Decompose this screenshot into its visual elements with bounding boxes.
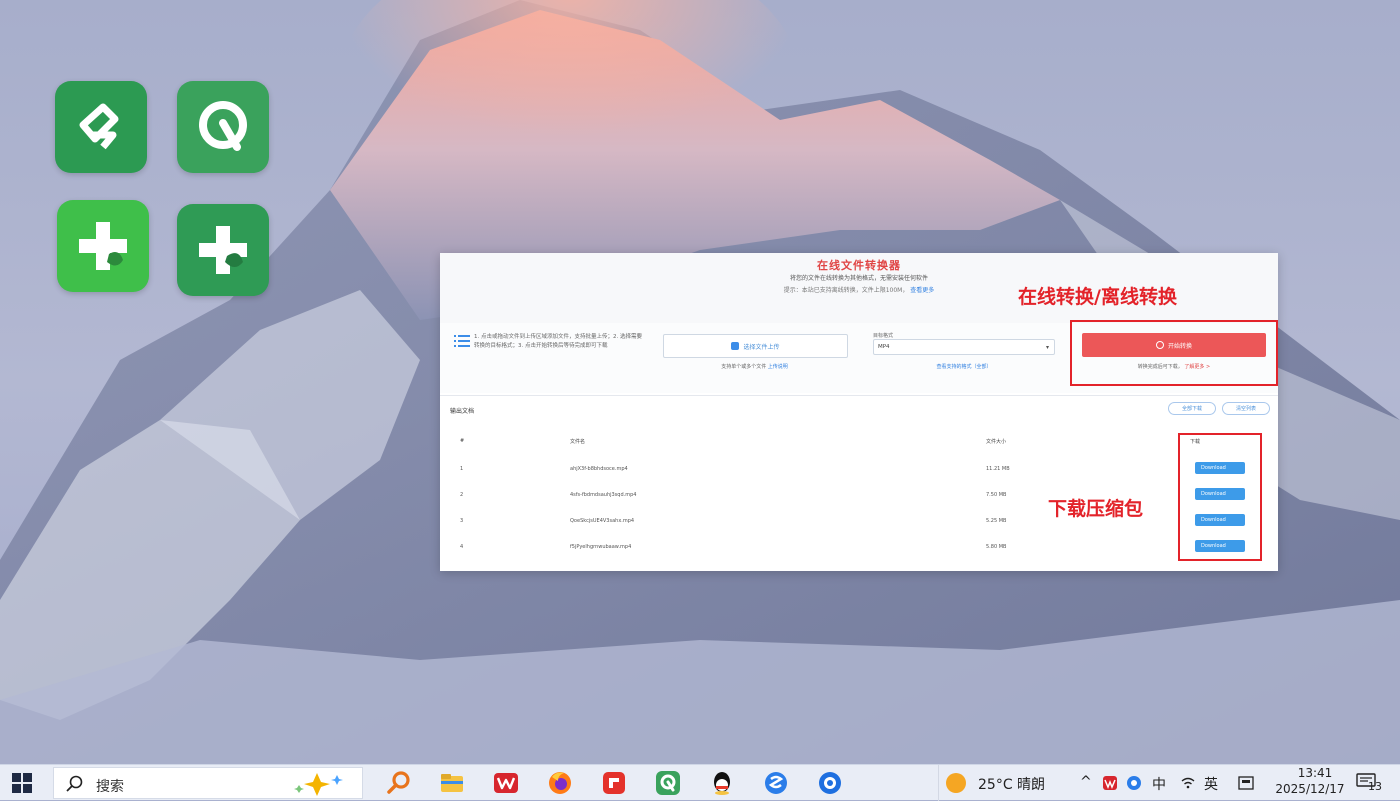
chevron-down-icon: ▾ bbox=[1045, 344, 1049, 351]
ime-english-indicator[interactable]: 英 bbox=[1204, 774, 1218, 794]
row-file-name: 4sfs-fbdmdsauhj3sqd.mp4 bbox=[570, 492, 637, 498]
ribbon-logo-icon bbox=[79, 103, 119, 150]
format-hint-link[interactable]: 查看支持的格式（全部） bbox=[873, 363, 1055, 370]
row-index: 3 bbox=[460, 518, 464, 524]
output-list: 输出文档 全部下载 清空列表 # 文件名 文件大小 下载 1 ahjX3f-b8… bbox=[440, 395, 1278, 572]
weather-text[interactable]: 25°C 晴朗 bbox=[978, 774, 1045, 794]
upload-file-button-label: 选择文件上传 bbox=[743, 343, 780, 351]
sparkle-icon bbox=[294, 773, 343, 796]
target-format-value: MP4 bbox=[878, 344, 890, 350]
page-subtitle: 将您的文件在线转换为其他格式，无需安装任何软件 bbox=[789, 275, 928, 282]
taskbar: 搜索 25°C 晴朗 ^ 中 英 13:41 2025/12/17 13 bbox=[0, 764, 1400, 801]
windows-start-icon[interactable] bbox=[12, 773, 32, 793]
notification-count: 13 bbox=[1368, 780, 1382, 793]
weather-sun-icon[interactable] bbox=[946, 773, 966, 793]
page-note-link[interactable]: 查看更多 bbox=[910, 287, 934, 294]
r-logo-icon bbox=[199, 101, 247, 151]
sogou-browser-icon[interactable] bbox=[762, 769, 790, 797]
file-explorer-icon[interactable] bbox=[438, 769, 466, 797]
list-icon bbox=[454, 335, 470, 347]
upload-hint: 支持单个或多个文件 上传说明 bbox=[663, 363, 846, 370]
upload-hint-link[interactable]: 上传说明 bbox=[768, 364, 788, 370]
row-file-name: f5jPyelhgrnwubaaw.mp4 bbox=[570, 544, 632, 550]
row-file-size: 5.80 MB bbox=[986, 544, 1007, 550]
search-placeholder: 搜索 bbox=[96, 779, 124, 795]
annotation-download-box bbox=[1178, 433, 1262, 561]
notification-center-button[interactable]: 13 bbox=[1356, 773, 1382, 793]
target-format-select[interactable]: MP4 ▾ bbox=[873, 339, 1055, 355]
row-file-name: ahjX3f-b8bhdsoce.mp4 bbox=[570, 466, 628, 472]
wps-office-icon[interactable] bbox=[492, 769, 520, 797]
search-icon bbox=[66, 775, 83, 792]
column-index: # bbox=[460, 438, 465, 444]
column-name: 文件名 bbox=[570, 439, 586, 445]
taskbar-separator bbox=[938, 765, 939, 801]
keyboard-layout-icon[interactable] bbox=[1238, 775, 1254, 791]
red-app-icon[interactable] bbox=[600, 769, 628, 797]
clock-date[interactable]: 2025/12/17 bbox=[1272, 782, 1348, 796]
wps-tray-icon[interactable] bbox=[1102, 775, 1118, 791]
r-app-taskbar-icon[interactable] bbox=[654, 769, 682, 797]
blue-circle-app-icon[interactable] bbox=[816, 769, 844, 797]
row-file-size: 7.50 MB bbox=[986, 492, 1007, 498]
instructions: 1. 点击或拖动文件到上传区域添加文件，支持批量上传；2. 选择需要转换的目标格… bbox=[454, 333, 644, 351]
network-tray-icon[interactable] bbox=[1126, 775, 1142, 791]
search-app-icon[interactable] bbox=[384, 769, 412, 797]
tray-overflow-caret[interactable]: ^ bbox=[1080, 774, 1092, 790]
table-row: 2 4sfs-fbdmdsauhj3sqd.mp4 7.50 MB Downlo… bbox=[440, 488, 1278, 506]
taskbar-search-box[interactable]: 搜索 bbox=[53, 767, 363, 799]
desktop-icon-app-3[interactable] bbox=[57, 200, 149, 292]
annotation-download-label: 下载压缩包 bbox=[1048, 498, 1144, 520]
table-row: 3 QoeSkcjsUE4V3sahx.mp4 5.25 MB Download bbox=[440, 514, 1278, 532]
download-all-button[interactable]: 全部下载 bbox=[1168, 402, 1216, 415]
output-list-title: 输出文档 bbox=[450, 408, 475, 415]
row-index: 4 bbox=[460, 544, 464, 550]
row-file-name: QoeSkcjsUE4V3sahx.mp4 bbox=[570, 518, 635, 524]
desktop-icon-app-2[interactable] bbox=[177, 81, 269, 173]
column-size: 文件大小 bbox=[986, 439, 1007, 445]
table-row: 4 f5jPyelhgrnwubaaw.mp4 5.80 MB Download bbox=[440, 540, 1278, 558]
firefox-icon[interactable] bbox=[546, 769, 574, 797]
upload-icon bbox=[731, 342, 740, 350]
desktop-icon-app-1[interactable] bbox=[55, 81, 147, 173]
desktop-icon-app-4[interactable] bbox=[177, 204, 269, 296]
row-index: 1 bbox=[460, 466, 464, 472]
upload-file-button[interactable]: 选择文件上传 bbox=[663, 334, 848, 358]
page-title: 在线文件转换器 bbox=[817, 259, 901, 272]
clock-time[interactable]: 13:41 bbox=[1285, 766, 1345, 780]
row-file-size: 5.25 MB bbox=[986, 518, 1007, 524]
wifi-icon[interactable] bbox=[1180, 775, 1196, 791]
annotation-convert-label: 在线转换/离线转换 bbox=[1018, 286, 1177, 308]
instructions-text: 1. 点击或拖动文件到上传区域添加文件，支持批量上传；2. 选择需要转换的目标格… bbox=[474, 334, 642, 349]
row-file-size: 11.21 MB bbox=[986, 466, 1010, 472]
upload-hint-text: 支持单个或多个文件 bbox=[721, 364, 767, 370]
page-note-text: 提示：本站已支持离线转换，文件上限100M， bbox=[783, 287, 909, 294]
table-row: 1 ahjX3f-b8bhdsoce.mp4 11.21 MB Download bbox=[440, 462, 1278, 480]
ime-chinese-indicator[interactable]: 中 bbox=[1152, 774, 1166, 794]
qq-icon[interactable] bbox=[708, 769, 736, 797]
row-index: 2 bbox=[460, 492, 464, 498]
green-cross-pin-icon bbox=[199, 226, 247, 274]
green-cross-icon bbox=[79, 222, 127, 270]
annotation-convert-box bbox=[1070, 320, 1278, 386]
clear-list-button[interactable]: 清空列表 bbox=[1222, 402, 1270, 415]
format-label: 目标格式 bbox=[873, 333, 894, 339]
